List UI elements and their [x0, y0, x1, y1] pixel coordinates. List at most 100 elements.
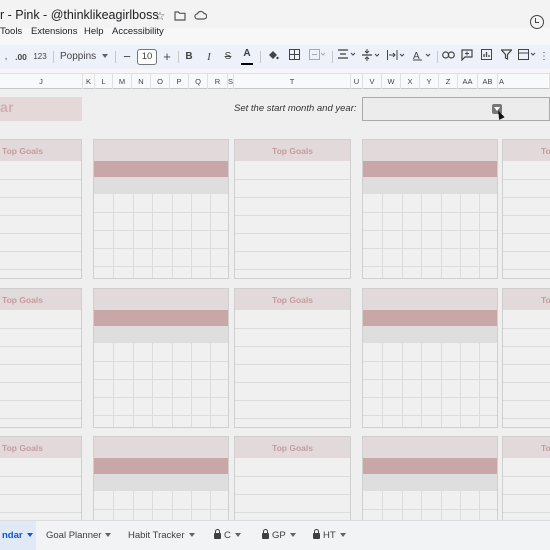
top-goals-label: Top Goals — [272, 295, 313, 305]
column-header[interactable]: P — [170, 74, 189, 89]
vertical-align-icon[interactable] — [361, 49, 381, 65]
italic-button[interactable]: I — [203, 49, 215, 65]
merge-cells-icon[interactable] — [307, 49, 327, 65]
column-header[interactable]: L — [95, 74, 113, 89]
font-size-input[interactable]: 10 — [137, 49, 157, 65]
tab-label: GP — [272, 530, 286, 541]
chevron-down-icon[interactable] — [26, 533, 33, 538]
fill-color-icon[interactable] — [266, 49, 280, 65]
goal-line — [0, 494, 81, 495]
column-header[interactable]: T — [234, 74, 351, 89]
chevron-down-icon[interactable] — [339, 533, 346, 538]
goal-line — [0, 197, 81, 198]
goal-line — [235, 346, 350, 347]
tab-habit-tracker[interactable]: Habit Tracker — [128, 521, 195, 550]
column-header[interactable]: Y — [420, 74, 439, 89]
month-calendar-card[interactable] — [362, 139, 498, 279]
menu-extensions[interactable]: Extensions — [31, 26, 77, 37]
text-color-button[interactable]: A — [240, 48, 254, 66]
insert-comment-icon[interactable] — [460, 49, 474, 65]
goal-line — [235, 494, 350, 495]
tab-ht[interactable]: HT — [313, 521, 346, 550]
chevron-down-icon[interactable] — [234, 533, 241, 538]
column-header[interactable]: Q — [189, 74, 208, 89]
top-goals-card[interactable]: Top Goals — [234, 139, 351, 279]
month-calendar-card[interactable] — [93, 139, 229, 279]
chevron-down-icon[interactable] — [105, 533, 112, 538]
increase-font-size-button[interactable]: + — [161, 49, 173, 65]
top-goals-card[interactable]: Top Goals — [234, 288, 351, 428]
chevron-down-icon[interactable] — [188, 533, 195, 538]
calendar-title-cell[interactable]: ar — [0, 97, 82, 121]
week-row-line — [94, 266, 228, 267]
column-header[interactable]: A — [498, 74, 550, 89]
menu-tools[interactable]: Tools — [0, 26, 22, 37]
text-rotation-icon[interactable]: A — [411, 49, 433, 65]
text-wrapping-icon[interactable] — [385, 49, 407, 65]
borders-icon[interactable] — [287, 49, 301, 65]
number-format-button[interactable]: 123 — [32, 49, 48, 65]
menu-accessibility[interactable]: Accessibility — [112, 26, 164, 37]
tab-calendar[interactable]: ndar — [0, 521, 36, 550]
column-header[interactable]: M — [113, 74, 132, 89]
goal-line — [235, 400, 350, 401]
insert-chart-icon[interactable] — [479, 49, 493, 65]
document-title[interactable]: r - Pink - @thinklikeagirlboss — [0, 8, 159, 22]
tab-c[interactable]: C — [214, 521, 241, 550]
start-month-dropdown[interactable] — [362, 97, 550, 121]
column-header[interactable]: W — [382, 74, 401, 89]
insert-link-icon[interactable] — [441, 49, 455, 65]
calendar-header-band — [363, 289, 497, 310]
increase-decimal-button[interactable]: .00 — [13, 49, 29, 65]
calendar-header-band — [363, 140, 497, 161]
font-family-select[interactable]: Poppins — [60, 49, 98, 65]
month-calendar-card[interactable] — [93, 288, 229, 428]
menu-help[interactable]: Help — [84, 26, 104, 37]
top-goals-card[interactable]: To — [502, 288, 550, 428]
tab-goal-planner[interactable]: Goal Planner — [46, 521, 112, 550]
filter-views-icon[interactable] — [517, 49, 537, 65]
top-goals-card[interactable]: Top Goals — [0, 139, 82, 279]
column-header[interactable]: K — [83, 74, 95, 89]
month-calendar-card[interactable] — [362, 288, 498, 428]
goal-line — [503, 179, 550, 180]
bold-button[interactable]: B — [183, 49, 195, 65]
top-goals-card[interactable]: To — [502, 139, 550, 279]
calendar-title: ar — [0, 99, 14, 115]
column-header[interactable]: R — [208, 74, 228, 89]
star-icon[interactable]: ☆ — [154, 10, 166, 22]
top-goals-card[interactable]: Top Goals — [0, 288, 82, 428]
week-row-line — [94, 415, 228, 416]
decrease-decimal-icon[interactable]: , — [2, 49, 10, 65]
column-header[interactable]: J — [0, 74, 83, 89]
strikethrough-button[interactable]: S — [222, 49, 234, 65]
top-goals-header: Top Goals — [0, 437, 81, 458]
weekday-band — [94, 326, 228, 343]
chevron-down-icon[interactable] — [289, 533, 296, 538]
column-header[interactable]: AB — [478, 74, 498, 89]
column-header[interactable]: V — [363, 74, 382, 89]
column-header[interactable]: Z — [439, 74, 458, 89]
font-dropdown-icon[interactable] — [100, 49, 110, 65]
goal-line — [503, 382, 550, 383]
decrease-font-size-button[interactable]: − — [121, 49, 133, 65]
menu-bar: Tools Extensions Help Accessibility — [0, 26, 550, 40]
column-header[interactable]: AA — [458, 74, 478, 89]
tab-gp[interactable]: GP — [262, 521, 296, 550]
more-icon[interactable]: ⋮ — [539, 49, 549, 65]
column-header[interactable]: X — [401, 74, 420, 89]
goal-line — [503, 197, 550, 198]
sheet-grid[interactable]: ar Set the start month and year: Top Goa… — [0, 89, 550, 550]
filter-icon[interactable] — [499, 49, 513, 65]
column-header[interactable]: U — [351, 74, 363, 89]
cloud-status-icon[interactable] — [194, 10, 208, 22]
sheet-tab-bar: ndar Goal Planner Habit Tracker C GP HT — [0, 520, 550, 550]
week-row-line — [363, 415, 497, 416]
move-to-folder-icon[interactable] — [174, 10, 186, 22]
column-header[interactable]: N — [132, 74, 151, 89]
column-header[interactable]: O — [151, 74, 170, 89]
horizontal-align-icon[interactable] — [337, 49, 357, 65]
month-name-band — [363, 161, 497, 177]
tab-label: HT — [323, 530, 336, 541]
separator — [178, 51, 179, 63]
